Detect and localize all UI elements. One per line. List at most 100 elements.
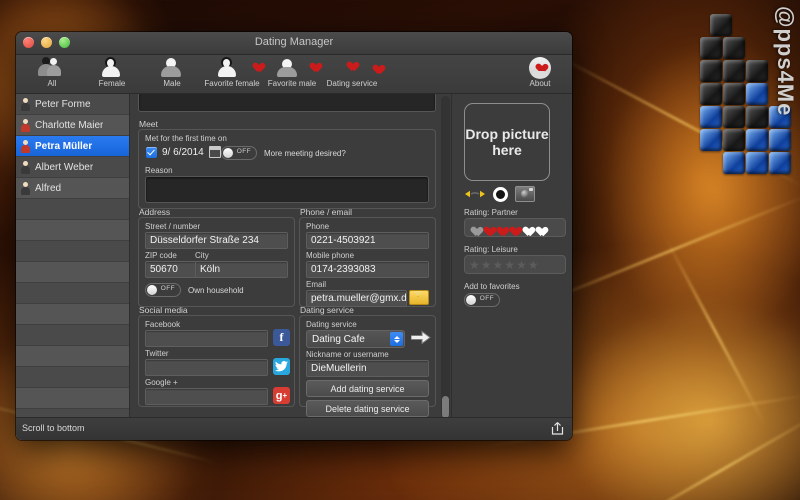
more-meeting-toggle[interactable]: OFF xyxy=(221,146,257,160)
nickname-input[interactable]: DieMuellerin xyxy=(306,360,429,377)
calendar-icon[interactable] xyxy=(208,146,221,158)
twitter-input[interactable] xyxy=(145,359,268,376)
star-4[interactable]: ★ xyxy=(504,259,515,271)
social-media-group: Facebook f Twitter Google + g + xyxy=(138,315,295,407)
delete-dating-service-button[interactable]: Delete dating service xyxy=(306,400,429,417)
own-household-toggle[interactable]: OFF xyxy=(145,283,181,297)
phone-input[interactable]: 0221-4503921 xyxy=(306,232,429,249)
people-list[interactable]: Peter Forme Charlotte Maier Petra Müller xyxy=(16,94,130,420)
app-window: Dating Manager All Female Male Favorite … xyxy=(16,32,572,440)
add-to-favorites-label: Add to favorites xyxy=(464,282,520,291)
own-household-label: Own household xyxy=(188,285,244,295)
person-name: Petra Müller xyxy=(35,140,93,152)
star-1[interactable]: ★ xyxy=(469,259,480,271)
toolbar-label: Dating service xyxy=(326,79,378,88)
dating-service-group-label: Dating service xyxy=(300,305,354,315)
two-persons-icon xyxy=(30,56,74,78)
meet-date-value[interactable]: 9/ 6/2014 xyxy=(162,147,204,158)
toolbar: All Female Male Favorite female Favorite… xyxy=(16,55,572,94)
heart-badge xyxy=(308,59,319,69)
list-item[interactable]: Albert Weber xyxy=(16,157,129,178)
list-item-selected[interactable]: Petra Müller xyxy=(16,136,129,157)
toolbar-item-female[interactable]: Female xyxy=(84,55,140,88)
mobile-label: Mobile phone xyxy=(306,251,355,260)
google-input[interactable] xyxy=(145,388,268,405)
heart-star-6[interactable] xyxy=(534,223,545,233)
heart-star-3[interactable] xyxy=(495,223,506,233)
list-item[interactable]: Charlotte Maier xyxy=(16,115,129,136)
zip-input[interactable]: 50670 xyxy=(145,261,197,278)
male-heart-icon xyxy=(270,56,314,78)
heart-star-1[interactable] xyxy=(469,223,480,233)
phone-group-label: Phone / email xyxy=(300,207,352,217)
heart-star-5[interactable] xyxy=(521,223,532,233)
facebook-icon[interactable]: f xyxy=(273,329,290,346)
scrollbar-thumb[interactable] xyxy=(442,396,449,418)
window-footer: Scroll to bottom xyxy=(16,417,572,440)
person-icon xyxy=(20,181,31,195)
chevron-updown-icon[interactable] xyxy=(390,332,403,346)
toolbar-item-male[interactable]: Male xyxy=(144,55,200,88)
zip-label: ZIP code xyxy=(145,251,177,260)
rating-partner-label: Rating: Partner xyxy=(464,208,518,217)
toolbar-item-dating-service[interactable]: Dating service xyxy=(324,55,380,88)
list-item-empty xyxy=(16,199,129,220)
heart-badge xyxy=(251,59,262,69)
service-label: Dating service xyxy=(306,320,357,329)
add-to-favorites-toggle[interactable]: OFF xyxy=(464,293,500,307)
city-input[interactable]: Köln xyxy=(195,261,288,278)
twitter-label: Twitter xyxy=(145,349,169,358)
rating-partner-control[interactable] xyxy=(464,218,566,237)
camera-icon[interactable] xyxy=(515,186,535,202)
toolbar-label: Male xyxy=(163,79,181,88)
reason-textarea[interactable] xyxy=(145,176,429,203)
rating-leisure-control[interactable]: ★ ★ ★ ★ ★ ★ xyxy=(464,255,566,274)
hand-heart-icon xyxy=(529,57,551,79)
social-group-label: Social media xyxy=(139,305,188,315)
add-dating-service-button[interactable]: Add dating service xyxy=(306,380,429,397)
detail-form: Meet Met for the first time on 9/ 6/2014 xyxy=(130,94,452,420)
share-icon[interactable] xyxy=(550,421,565,436)
person-name: Charlotte Maier xyxy=(35,119,104,131)
list-item[interactable]: Peter Forme xyxy=(16,94,129,115)
notes-top-textarea[interactable] xyxy=(138,94,436,112)
person-icon xyxy=(20,118,31,132)
shutter-icon[interactable] xyxy=(493,186,508,202)
facebook-input[interactable] xyxy=(145,330,268,347)
toolbar-item-favorite-female[interactable]: Favorite female xyxy=(204,55,260,88)
about-button[interactable]: About xyxy=(516,57,564,89)
right-arrow-icon[interactable] xyxy=(410,330,431,345)
heart-star-4[interactable] xyxy=(508,223,519,233)
twitter-icon[interactable] xyxy=(273,358,290,375)
star-6[interactable]: ★ xyxy=(528,259,539,271)
form-scrollbar[interactable] xyxy=(441,96,450,418)
heart-star-2[interactable] xyxy=(482,223,493,233)
envelope-icon[interactable] xyxy=(409,290,429,305)
star-3[interactable]: ★ xyxy=(493,259,504,271)
meet-date-checkbox[interactable] xyxy=(146,146,157,158)
toolbar-label: All xyxy=(47,79,57,88)
dating-service-select[interactable]: Dating Cafe xyxy=(306,330,405,348)
fit-arrows-icon[interactable] xyxy=(464,187,486,201)
list-item[interactable]: Alfred xyxy=(16,178,129,199)
star-2[interactable]: ★ xyxy=(481,259,492,271)
image-tools xyxy=(464,186,535,202)
phone-email-group: Phone 0221-4503921 Mobile phone 0174-239… xyxy=(299,217,436,307)
mobile-input[interactable]: 0174-2393083 xyxy=(306,261,429,278)
picture-drop-zone[interactable]: Drop picture here xyxy=(464,103,550,181)
about-label: About xyxy=(529,79,551,88)
list-item-empty xyxy=(16,388,129,409)
star-5[interactable]: ★ xyxy=(516,259,527,271)
toggle-state: OFF xyxy=(236,148,251,155)
window-titlebar[interactable]: Dating Manager xyxy=(16,32,572,55)
toolbar-item-favorite-male[interactable]: Favorite male xyxy=(264,55,320,88)
toolbar-label: Favorite female xyxy=(204,79,260,88)
google-plus-icon[interactable]: g + xyxy=(273,387,290,404)
phone-label: Phone xyxy=(306,222,330,231)
toolbar-item-all[interactable]: All xyxy=(24,55,80,88)
street-label: Street / number xyxy=(145,222,201,231)
person-icon xyxy=(20,97,31,111)
window-body: Peter Forme Charlotte Maier Petra Müller xyxy=(16,94,572,440)
female-person-icon xyxy=(90,56,134,78)
street-input[interactable]: Düsseldorfer Straße 234 xyxy=(145,232,288,249)
